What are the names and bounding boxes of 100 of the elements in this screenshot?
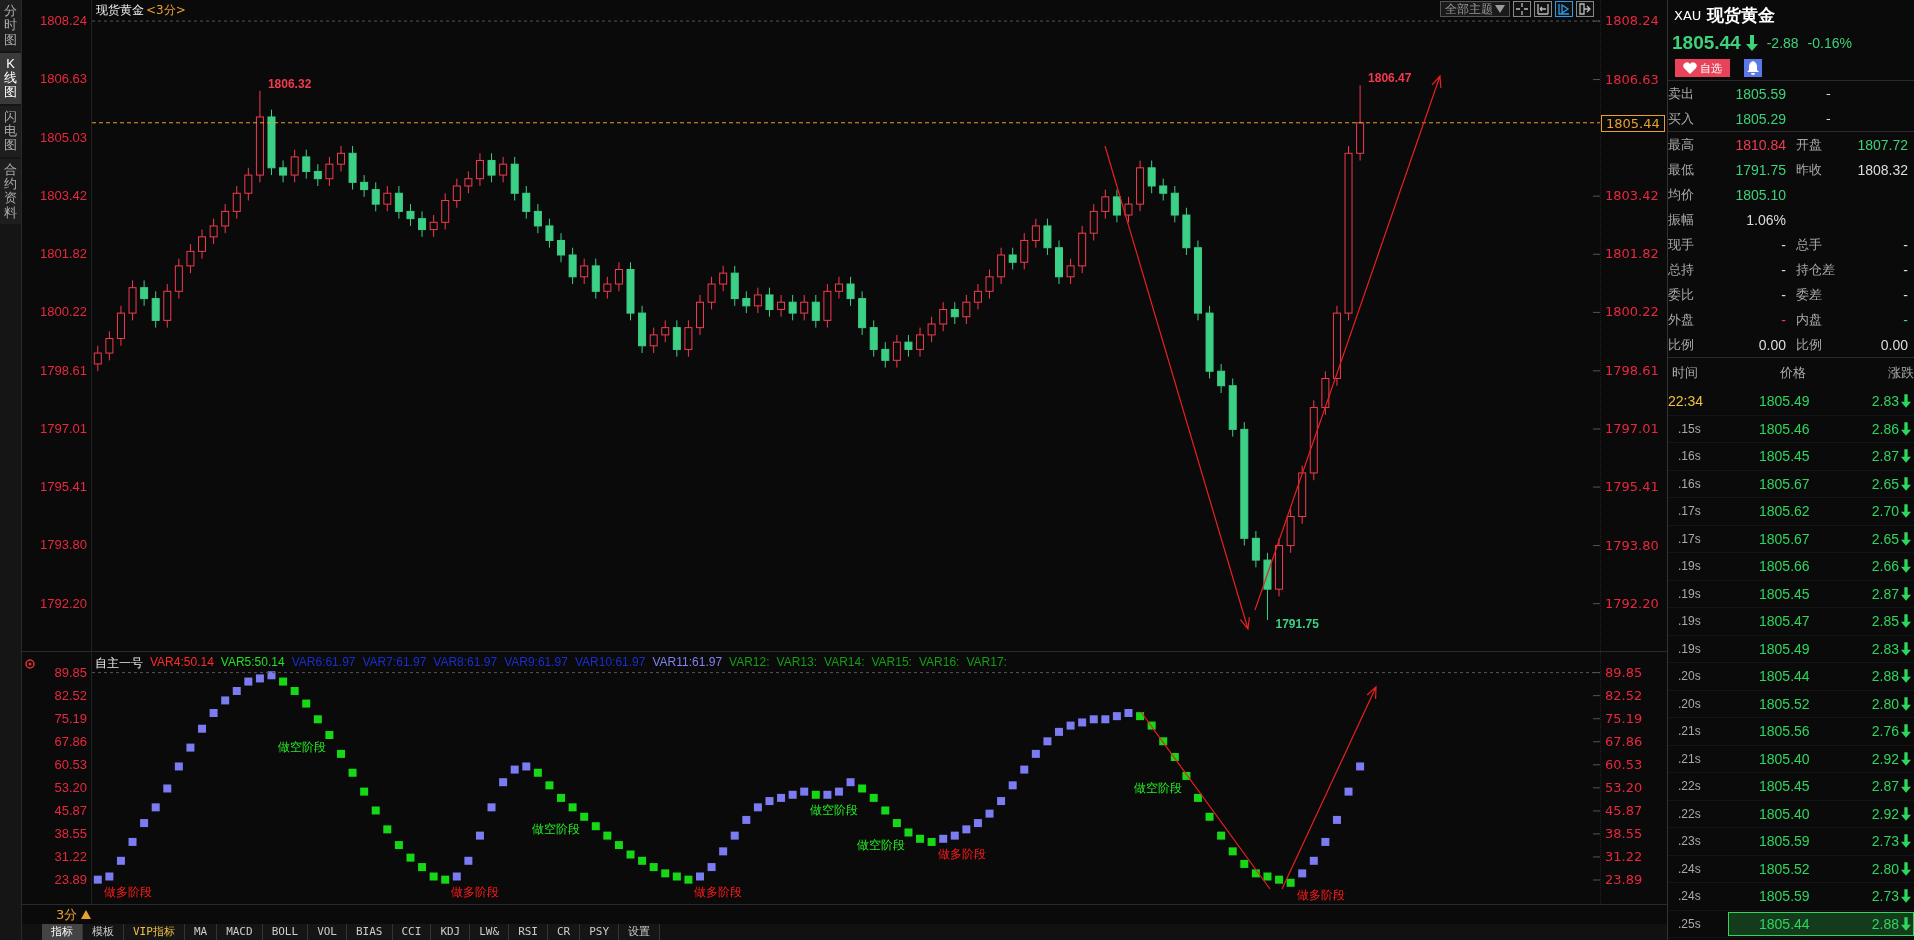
- tick-time: .24s: [1677, 889, 1702, 904]
- indicator-tab[interactable]: 模板: [83, 924, 124, 940]
- tick-change: 2.73: [1870, 833, 1899, 850]
- indicator-tab[interactable]: KDJ: [431, 924, 471, 940]
- indicator-tab[interactable]: CR: [548, 924, 581, 940]
- axis-label: 89.85: [54, 664, 87, 681]
- axis-label: 1806.63: [1605, 71, 1659, 88]
- tick-price: 1805.45: [1758, 448, 1811, 465]
- indicator-value: VAR6:61.97: [291, 655, 356, 671]
- tick-time: .24s: [1677, 861, 1702, 876]
- phase-label: 做多阶段: [937, 846, 986, 861]
- column-header: 时间: [1672, 364, 1698, 382]
- tick-price: 1805.56: [1758, 723, 1811, 740]
- stat-label: 比例: [1796, 335, 1823, 354]
- tick-time: .19s: [1677, 559, 1702, 574]
- tick-price: 1805.49: [1758, 393, 1811, 410]
- axis-label: 75.19: [54, 710, 87, 727]
- stat-value: 1808.32: [1856, 161, 1909, 178]
- indicator-value: VAR9:61.97: [504, 655, 568, 671]
- tick-price: 1805.67: [1758, 530, 1811, 547]
- view-tab[interactable]: 合约资料: [0, 158, 21, 224]
- quote-volume: -: [1825, 86, 1832, 101]
- indicator-tab[interactable]: 设置: [619, 924, 661, 940]
- axis-label: 1806.63: [40, 71, 87, 88]
- axis-label: 1800.22: [1605, 304, 1659, 321]
- axis-label: 1795.41: [40, 479, 87, 496]
- axis-label: 67.86: [1605, 733, 1643, 750]
- symbol-code: XAU: [1674, 7, 1702, 23]
- period-selector[interactable]: 3分: [56, 905, 92, 924]
- stat-label: 最低: [1668, 160, 1695, 179]
- tick-price: 1805.40: [1758, 805, 1811, 822]
- indicator-value: VAR13:: [776, 655, 817, 671]
- price-label: 1806.47: [1368, 71, 1412, 86]
- tick-price: 1805.40: [1758, 750, 1811, 767]
- axis-label: 60.53: [1605, 756, 1643, 773]
- tick-price: 1805.62: [1758, 503, 1811, 520]
- tick-time: .15s: [1677, 421, 1702, 436]
- phase-label: 做多阶段: [451, 884, 500, 899]
- tick-price: 1805.49: [1758, 640, 1811, 657]
- tick-time: 22:34: [1668, 393, 1705, 410]
- indicator-tab[interactable]: MA: [184, 924, 218, 940]
- tick-price: 1805.59: [1758, 833, 1811, 850]
- indicator-tab[interactable]: LW&: [470, 924, 510, 940]
- tick-change: 2.65: [1870, 475, 1899, 492]
- tick-change: 2.87: [1870, 585, 1899, 602]
- tick-time: .19s: [1677, 641, 1702, 656]
- last-price: 1805.44: [1672, 32, 1741, 54]
- tick-change: 2.92: [1870, 805, 1899, 822]
- indicator-tab[interactable]: PSY: [580, 924, 620, 940]
- tick-price: 1805.44: [1758, 668, 1811, 685]
- tick-time: .16s: [1677, 449, 1702, 464]
- phase-label: 做空阶段: [810, 802, 859, 817]
- stat-label: 振幅: [1668, 210, 1695, 229]
- indicator-tab[interactable]: BOLL: [262, 924, 309, 940]
- stat-label: 持仓差: [1796, 260, 1836, 279]
- indicator-tab[interactable]: CCI: [392, 924, 432, 940]
- indicator-tab[interactable]: BIAS: [347, 924, 393, 940]
- indicator-tab[interactable]: VIP指标: [124, 924, 185, 940]
- axis-label: 1803.42: [40, 187, 87, 204]
- axis-label: 1805.03: [40, 129, 87, 146]
- tick-price: 1805.67: [1758, 475, 1811, 492]
- theme-dropdown[interactable]: 全部主题: [1440, 1, 1510, 17]
- indicator-value: VAR17:: [966, 655, 1007, 671]
- tick-change: 2.70: [1870, 503, 1899, 520]
- stat-label: 最高: [1668, 135, 1695, 154]
- quote-label: 卖出: [1668, 84, 1695, 103]
- watchlist-button[interactable]: 自选: [1675, 59, 1730, 77]
- tick-change: 2.85: [1870, 613, 1899, 630]
- view-tab[interactable]: 闪电图: [0, 105, 21, 157]
- stat-label: 内盘: [1796, 310, 1823, 329]
- axis-label: 1792.20: [40, 595, 87, 612]
- tick-time: .23s: [1677, 834, 1702, 849]
- stat-label: 外盘: [1668, 310, 1695, 329]
- percent-change: -0.16%: [1807, 35, 1852, 51]
- phase-label: 做多阶段: [1296, 887, 1345, 902]
- tick-time: .21s: [1677, 751, 1702, 766]
- indicator-name: 自主一号: [95, 655, 143, 672]
- axis-label: 1800.22: [40, 304, 87, 321]
- indicator-tab[interactable]: RSI: [509, 924, 548, 940]
- tick-price: 1805.44: [1758, 915, 1811, 932]
- axis-label: 53.20: [54, 779, 87, 796]
- indicator-tab[interactable]: MACD: [217, 924, 263, 940]
- axis-label: 1798.61: [1605, 362, 1659, 379]
- axis-label: 45.87: [54, 802, 87, 819]
- stat-label: 总手: [1796, 235, 1823, 254]
- tick-price: 1805.52: [1758, 860, 1811, 877]
- indicator-value: VAR7:61.97: [362, 655, 427, 671]
- axis-label: 31.22: [54, 848, 87, 865]
- view-tab[interactable]: 分时图: [0, 0, 21, 51]
- indicator-tab[interactable]: VOL: [308, 924, 347, 940]
- indicator-tab[interactable]: 指标: [42, 924, 83, 940]
- symbol-name: 现货黄金: [1707, 3, 1776, 27]
- stat-label: 比例: [1668, 335, 1695, 354]
- axis-label: 89.85: [1605, 664, 1643, 681]
- indicator-value: VAR15:: [871, 655, 912, 671]
- axis-label: 45.87: [1605, 802, 1643, 819]
- view-tab[interactable]: K线图: [0, 52, 21, 104]
- indicator-value: VAR11:61.97: [652, 655, 723, 671]
- stat-value: 1791.75: [1734, 161, 1786, 178]
- stat-value: 0.00: [1879, 336, 1909, 353]
